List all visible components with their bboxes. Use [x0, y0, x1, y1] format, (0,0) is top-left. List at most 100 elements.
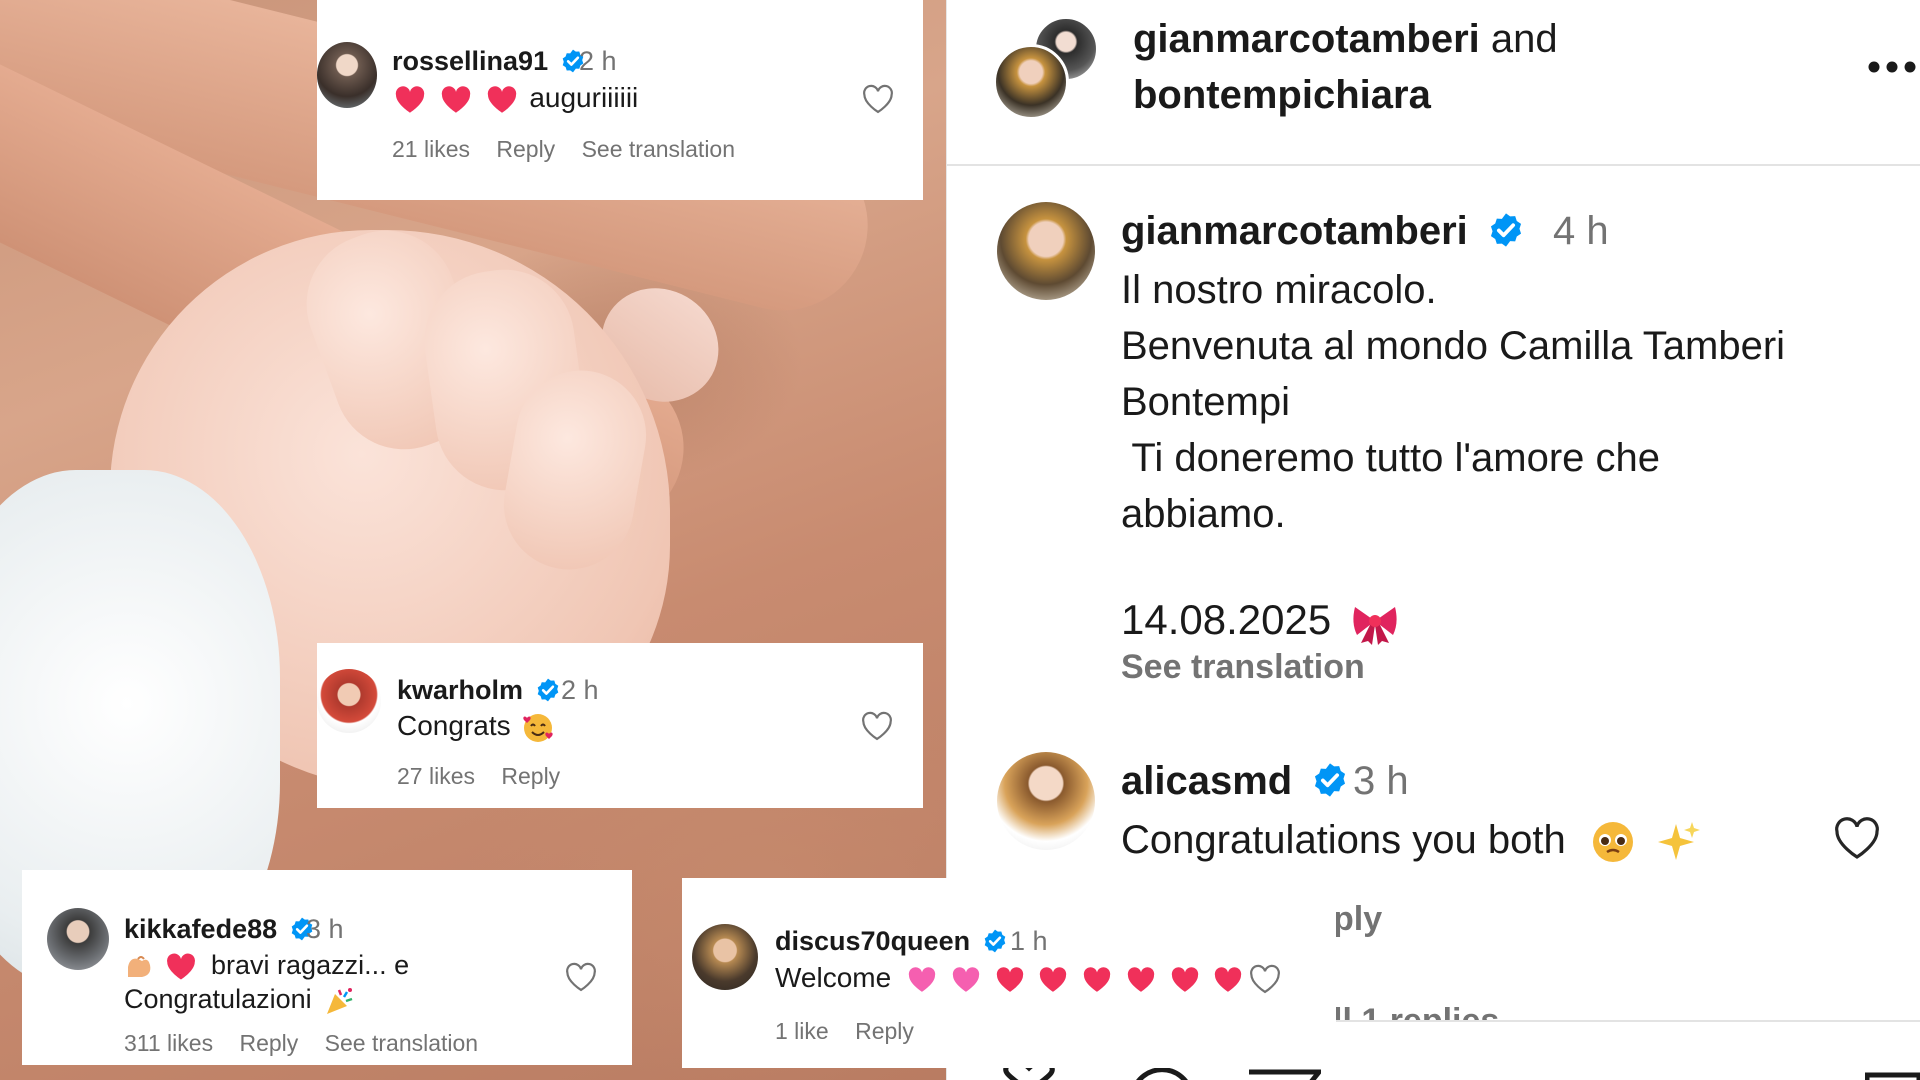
comment-time: 3 h: [1353, 759, 1409, 803]
red-heart-icon: [1171, 966, 1198, 992]
comment-username[interactable]: alicasmd: [1121, 759, 1292, 803]
post-username[interactable]: gianmarcotamberi: [1121, 209, 1468, 253]
comment-author-row: discus70queen: [775, 924, 1008, 958]
comment-see-translation[interactable]: See translation: [582, 136, 735, 162]
comment-text-line1: bravi ragazzi... e: [211, 950, 410, 980]
comment-card-kwarholm: kwarholm 2 h Congrats 27 likes Reply: [317, 643, 923, 808]
comment-likes[interactable]: 27 likes: [397, 763, 475, 789]
comment-author-row: alicasmd: [1121, 756, 1349, 806]
commenter-avatar[interactable]: [47, 908, 109, 970]
bookmark-icon[interactable]: [1864, 1070, 1920, 1080]
post-see-translation[interactable]: See translation: [1121, 646, 1365, 688]
comment-username[interactable]: kwarholm: [397, 675, 523, 705]
comment-time: 2 h: [579, 46, 617, 76]
post-caption: Il nostro miracolo. Benvenuta al mondo C…: [1121, 262, 1785, 542]
comment-text-row: Congratulazioni: [124, 982, 355, 1016]
comment-username[interactable]: discus70queen: [775, 926, 970, 956]
commenter-avatar[interactable]: [317, 669, 381, 733]
comment-like-heart-icon[interactable]: [1833, 816, 1881, 865]
comment-reply-button[interactable]: Reply: [855, 1018, 914, 1044]
comment-text-row: bravi ragazzi... e: [124, 948, 409, 982]
more-dots-icon[interactable]: [1867, 60, 1917, 79]
comment-likes[interactable]: 311 likes: [124, 1030, 213, 1056]
comment-username[interactable]: rossellina91: [392, 46, 548, 76]
sparkles-icon: [1658, 822, 1700, 861]
comment-reply-button[interactable]: Reply: [496, 136, 555, 162]
comment-text: auguriiiiii: [529, 82, 639, 113]
caption-line: Ti doneremo tutto l'amore che: [1121, 436, 1661, 480]
comment-reply-button[interactable]: Reply: [239, 1030, 298, 1056]
red-heart-icon: [1127, 966, 1155, 992]
ribbon-icon: [1353, 606, 1397, 645]
header-author1[interactable]: gianmarcotamberi: [1133, 17, 1480, 61]
red-heart-icon: [1083, 966, 1111, 992]
pink-heart-icon: [952, 966, 979, 992]
post-time: 4 h: [1553, 209, 1609, 253]
comment-card-discus70queen: discus70queen 1 h Welcome 1 like Reply: [682, 878, 1336, 1068]
commenter-avatar[interactable]: [997, 752, 1095, 850]
comment-like-heart-icon[interactable]: [860, 711, 894, 746]
post-author-row: gianmarcotamberi: [1121, 206, 1525, 256]
red-heart-icon: [1040, 966, 1067, 992]
verified-badge-icon: [1315, 763, 1346, 798]
red-heart-icon: [395, 85, 425, 113]
comment-meta-row: 27 likes Reply: [397, 761, 580, 791]
header-divider: [947, 164, 1920, 166]
comment-text-row: Congrats: [397, 708, 554, 744]
comment-author-row: rossellina91: [392, 44, 586, 78]
view-replies-partial[interactable]: ll 1 replies: [1333, 1000, 1499, 1022]
red-heart-icon: [996, 966, 1023, 992]
post-author-avatar[interactable]: [997, 202, 1095, 300]
comment-text-row: Congratulations you both: [1121, 814, 1700, 866]
comment-author-row: kwarholm: [397, 673, 561, 707]
comment-likes[interactable]: 1 like: [775, 1018, 829, 1044]
comment-text: Congratulations you both: [1121, 818, 1566, 862]
comment-time: 1 h: [1010, 926, 1048, 956]
red-heart-icon: [166, 953, 195, 980]
author-avatar[interactable]: [993, 44, 1069, 120]
comment-meta-row: 21 likes Reply See translation: [392, 134, 755, 164]
comment-text: Congrats: [397, 710, 511, 741]
comment-reply-partial[interactable]: ply: [1333, 898, 1382, 940]
smiling-face-with-hearts-icon: [523, 713, 554, 742]
share-plane-icon[interactable]: [1247, 1068, 1325, 1080]
red-heart-icon: [1215, 966, 1242, 992]
verified-badge-icon: [1490, 213, 1521, 248]
verified-badge-icon: [984, 929, 1005, 953]
header-joiner: and: [1490, 17, 1558, 61]
red-heart-icon: [487, 85, 516, 113]
header-author2[interactable]: bontempichiara: [1133, 70, 1431, 120]
pleading-face-icon: [1592, 822, 1633, 863]
caption-line: Bontempi: [1121, 380, 1290, 424]
comment-text: Welcome: [775, 962, 892, 993]
comment-see-translation[interactable]: See translation: [325, 1030, 478, 1056]
verified-badge-icon: [537, 678, 558, 702]
comment-text-row: Welcome: [775, 960, 1243, 996]
red-heart-icon: [441, 85, 470, 113]
commenter-avatar[interactable]: [317, 42, 377, 108]
caption-line: abbiamo.: [1121, 492, 1286, 536]
commenter-avatar[interactable]: [692, 924, 758, 990]
comment-likes[interactable]: 21 likes: [392, 136, 470, 162]
comment-meta-row: 1 like Reply: [775, 1016, 934, 1046]
party-popper-icon: [327, 987, 353, 1014]
comment-card-kikkafede88: kikkafede88 3 h bravi ragazzi... e Congr…: [22, 870, 632, 1065]
comment-meta-row: 311 likes Reply See translation: [124, 1028, 498, 1058]
flexed-biceps-icon: [128, 955, 151, 977]
comment-like-heart-icon[interactable]: [564, 962, 598, 997]
comment-username[interactable]: kikkafede88: [124, 914, 277, 944]
comment-time: 3 h: [306, 914, 344, 944]
header-authors: gianmarcotamberi and: [1133, 14, 1558, 64]
comment-like-heart-icon[interactable]: [1248, 964, 1282, 999]
comment-time: 2 h: [561, 675, 599, 705]
post-date-row: 14.08.2025: [1121, 594, 1399, 646]
caption-line: Il nostro miracolo.: [1121, 268, 1437, 312]
comment-text-line2: Congratulazioni: [124, 984, 312, 1014]
comment-reply-button[interactable]: Reply: [501, 763, 560, 789]
post-date: 14.08.2025: [1121, 596, 1332, 643]
pink-heart-icon: [908, 966, 936, 992]
comment-like-heart-icon[interactable]: [861, 84, 895, 119]
comment-author-row: kikkafede88: [124, 912, 315, 946]
comment-text-row: auguriiiiii: [394, 80, 638, 116]
comment-card-rossellina91: rossellina91 2 h auguriiiiii 21 likes Re…: [317, 0, 923, 200]
